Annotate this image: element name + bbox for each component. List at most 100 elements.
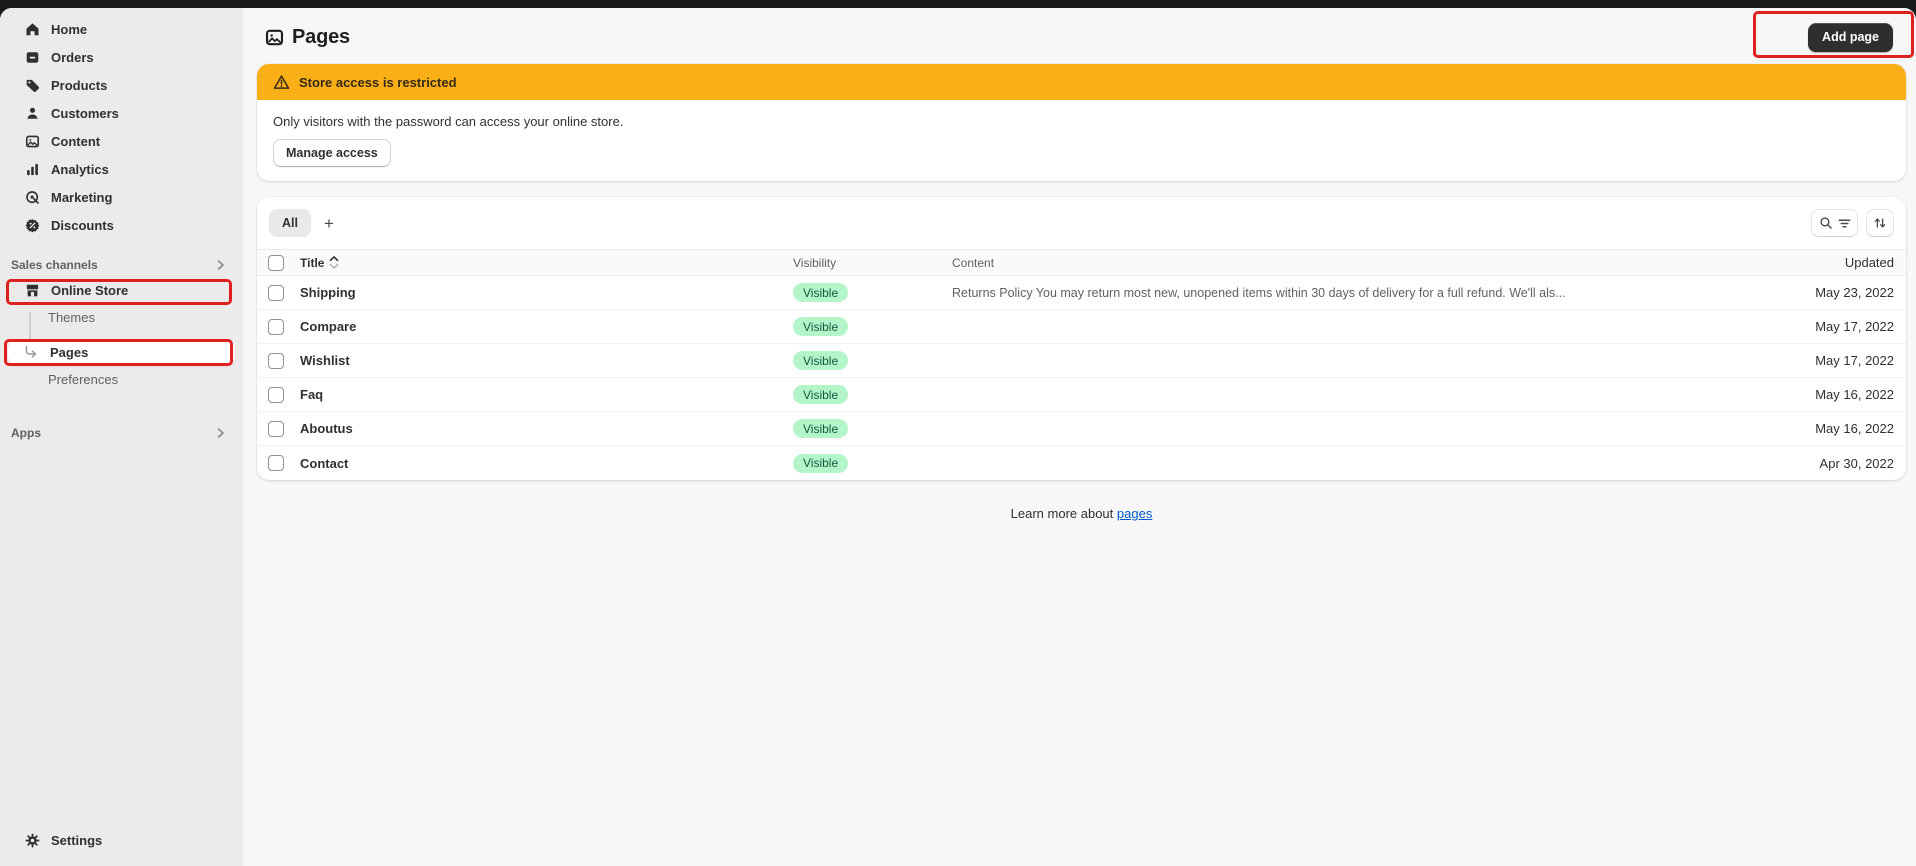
sidebar-item-label: Customers (51, 106, 119, 121)
admin-frame: Home Orders Products Customers Content A… (0, 8, 1916, 866)
column-header-visibility: Visibility (793, 256, 952, 270)
sort-arrows-icon (1873, 216, 1887, 230)
sidebar-item-content[interactable]: Content (0, 127, 243, 155)
sidebar-item-themes[interactable]: Themes (0, 304, 243, 331)
column-header-title[interactable]: Title (300, 255, 793, 270)
visibility-cell: Visible (793, 419, 952, 438)
search-icon (1819, 216, 1833, 230)
visibility-cell: Visible (793, 283, 952, 302)
row-updated: May 16, 2022 (1724, 421, 1894, 436)
page-header: Pages Add page (257, 8, 1906, 52)
sidebar-item-marketing[interactable]: Marketing (0, 183, 243, 211)
sales-channels-header[interactable]: Sales channels (0, 253, 243, 277)
table-row[interactable]: Aboutus Visible May 16, 2022 (257, 412, 1906, 446)
sidebar-item-preferences[interactable]: Preferences (0, 366, 243, 393)
add-view-button[interactable]: + (315, 209, 343, 237)
sales-channels-label: Sales channels (11, 258, 98, 272)
sidebar-item-products[interactable]: Products (0, 71, 243, 99)
row-updated: May 16, 2022 (1724, 387, 1894, 402)
sidebar-item-label: Online Store (51, 283, 128, 298)
banner-body: Only visitors with the password can acce… (257, 100, 1906, 181)
learn-more-label: Learn more about (1011, 506, 1114, 521)
row-checkbox[interactable] (268, 285, 284, 301)
visibility-cell: Visible (793, 351, 952, 370)
row-checkbox[interactable] (268, 319, 284, 335)
row-content: Returns Policy You may return most new, … (952, 286, 1724, 300)
home-icon (24, 21, 40, 37)
row-updated: May 17, 2022 (1724, 353, 1894, 368)
gear-icon (24, 832, 40, 848)
visibility-badge: Visible (793, 385, 848, 404)
sidebar-item-label: Themes (48, 310, 95, 325)
table-row[interactable]: Contact Visible Apr 30, 2022 (257, 446, 1906, 480)
sidebar-item-label: Content (51, 134, 100, 149)
row-updated: May 17, 2022 (1724, 319, 1894, 334)
main-content: Pages Add page Store access is restricte… (243, 8, 1916, 866)
sidebar-item-discounts[interactable]: Discounts (0, 211, 243, 239)
row-checkbox[interactable] (268, 353, 284, 369)
store-icon (24, 283, 40, 299)
row-checkbox[interactable] (268, 455, 284, 471)
sidebar-item-settings[interactable]: Settings (0, 826, 243, 854)
sidebar-item-label: Settings (51, 833, 102, 848)
table-row[interactable]: Compare Visible May 17, 2022 (257, 310, 1906, 344)
add-page-button[interactable]: Add page (1808, 23, 1893, 52)
visibility-badge: Visible (793, 351, 848, 370)
search-and-filter-button[interactable] (1811, 209, 1858, 237)
row-checkbox[interactable] (268, 421, 284, 437)
store-access-banner: Store access is restricted Only visitors… (257, 64, 1906, 181)
warning-icon (273, 74, 290, 90)
customers-icon (24, 105, 40, 121)
visibility-badge: Visible (793, 317, 848, 336)
pages-icon (265, 28, 284, 47)
visibility-badge: Visible (793, 283, 848, 302)
sort-button[interactable] (1866, 209, 1894, 237)
tab-all[interactable]: All (269, 209, 311, 237)
sidebar-item-orders[interactable]: Orders (0, 43, 243, 71)
sidebar-item-label: Pages (50, 345, 88, 360)
visibility-cell: Visible (793, 454, 952, 473)
table-body: Shipping Visible Returns Policy You may … (257, 276, 1906, 480)
visibility-badge: Visible (793, 419, 848, 438)
sidebar-item-label: Home (51, 22, 87, 37)
banner-title: Store access is restricted (299, 75, 457, 90)
sidebar-item-label: Orders (51, 50, 94, 65)
row-title: Wishlist (300, 353, 793, 368)
manage-access-button[interactable]: Manage access (273, 139, 391, 167)
apps-label: Apps (11, 426, 41, 440)
discounts-icon (24, 217, 40, 233)
sidebar: Home Orders Products Customers Content A… (0, 8, 243, 866)
visibility-badge: Visible (793, 454, 848, 473)
sidebar-item-customers[interactable]: Customers (0, 99, 243, 127)
table-tabs-row: All + (257, 197, 1906, 249)
row-updated: Apr 30, 2022 (1724, 456, 1894, 471)
learn-more-text: Learn more about pages (257, 506, 1906, 521)
filter-icon (1838, 217, 1851, 230)
sidebar-item-label: Discounts (51, 218, 114, 233)
select-all-checkbox[interactable] (268, 255, 284, 271)
visibility-cell: Visible (793, 317, 952, 336)
sidebar-item-pages[interactable]: Pages (8, 339, 235, 366)
sidebar-item-analytics[interactable]: Analytics (0, 155, 243, 183)
marketing-icon (24, 189, 40, 205)
chevron-right-icon (217, 427, 225, 439)
row-title: Compare (300, 319, 793, 334)
table-row[interactable]: Faq Visible May 16, 2022 (257, 378, 1906, 412)
sidebar-item-online-store[interactable]: Online Store (0, 277, 243, 304)
chevron-right-icon (217, 259, 225, 271)
banner-text: Only visitors with the password can acce… (273, 114, 1890, 129)
apps-header[interactable]: Apps (0, 421, 243, 445)
row-checkbox[interactable] (268, 387, 284, 403)
sidebar-item-home[interactable]: Home (0, 15, 243, 43)
products-icon (24, 77, 40, 93)
table-row[interactable]: Shipping Visible Returns Policy You may … (257, 276, 1906, 310)
branch-arrow-icon (24, 346, 46, 359)
column-header-updated: Updated (1724, 255, 1894, 270)
sidebar-item-label: Marketing (51, 190, 112, 205)
sidebar-item-label: Preferences (48, 372, 118, 387)
sidebar-item-label: Analytics (51, 162, 109, 177)
analytics-icon (24, 161, 40, 177)
pages-table-card: All + Title Visibili (257, 197, 1906, 480)
table-row[interactable]: Wishlist Visible May 17, 2022 (257, 344, 1906, 378)
pages-learn-more-link[interactable]: pages (1117, 506, 1152, 521)
